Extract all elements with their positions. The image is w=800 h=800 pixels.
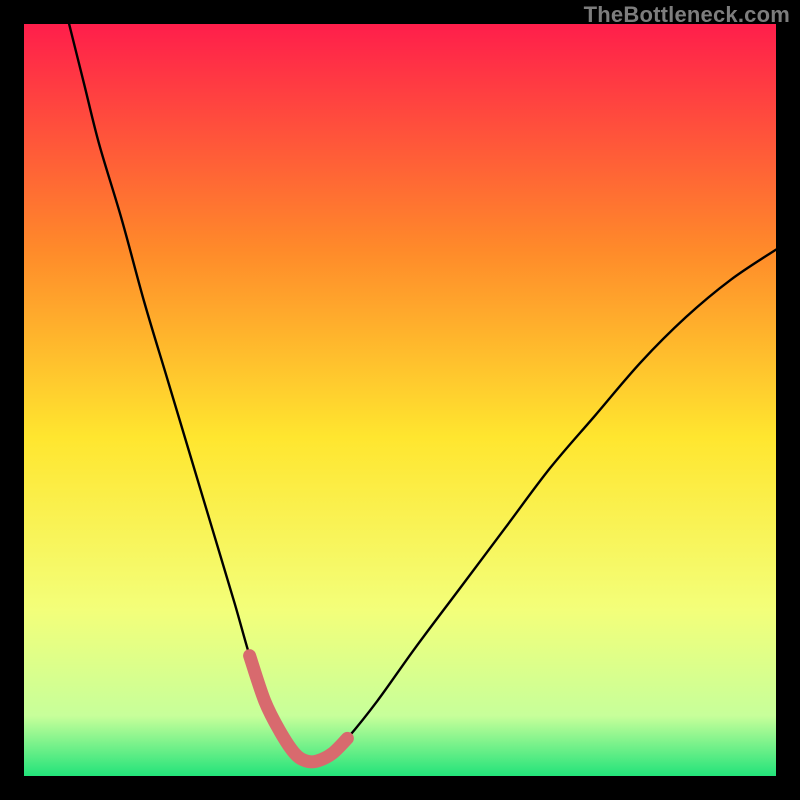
- chart-svg: [24, 24, 776, 776]
- chart-frame: TheBottleneck.com: [0, 0, 800, 800]
- plot-area: [24, 24, 776, 776]
- gradient-background: [24, 24, 776, 776]
